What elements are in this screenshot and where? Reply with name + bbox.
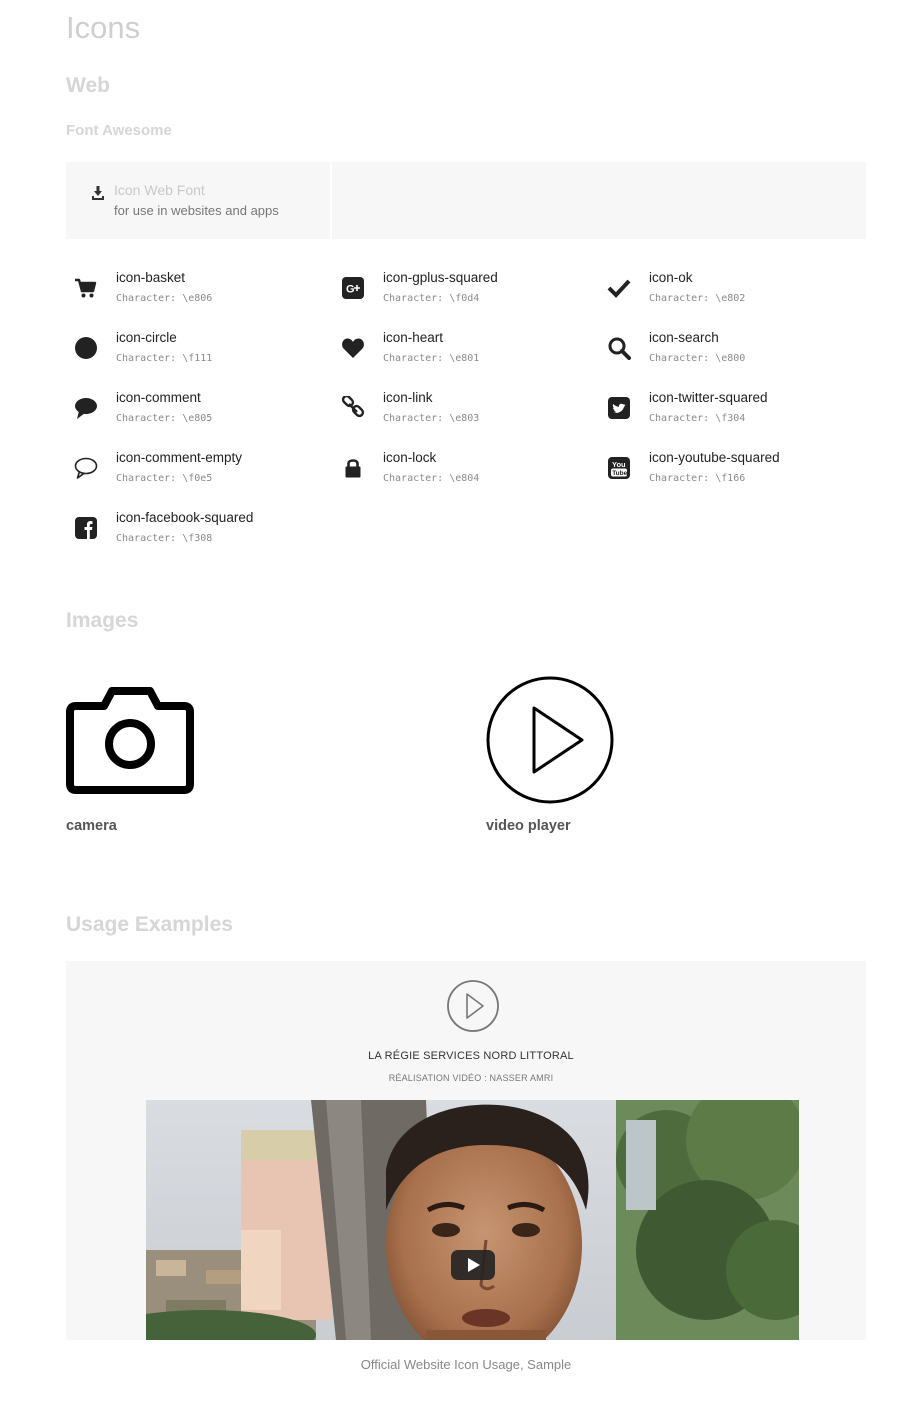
icon-name: icon-heart — [383, 330, 444, 345]
play-circle-icon[interactable] — [446, 979, 500, 1033]
circle-icon — [75, 337, 97, 359]
icon-name: icon-comment — [116, 390, 201, 405]
comment-empty-icon — [74, 457, 98, 479]
download-icon[interactable] — [90, 185, 106, 201]
icon-item: You Tube icon-youtube-squared Character:… — [599, 448, 859, 498]
section-images-heading: Images — [66, 609, 139, 632]
icon-name: icon-comment-empty — [116, 450, 243, 465]
icon-code: Character: \f308 — [116, 533, 213, 544]
comment-icon — [75, 398, 97, 419]
facebook-squared-icon — [75, 517, 97, 539]
link-icon — [341, 396, 365, 418]
video-player-caption: video player — [486, 818, 571, 834]
youtube-squared-icon: You Tube — [608, 457, 630, 479]
twitter-squared-icon — [608, 397, 630, 419]
video-thumbnail[interactable] — [146, 1100, 799, 1340]
icon-item: icon-basket Character: \e806 — [66, 268, 326, 318]
download-link-subtitle: for use in websites and apps — [114, 203, 279, 218]
svg-text:G: G — [346, 284, 355, 296]
ok-icon — [607, 279, 631, 298]
icon-item: icon-search Character: \e800 — [599, 328, 859, 378]
heart-icon — [342, 338, 364, 358]
icon-item: icon-ok Character: \e802 — [599, 268, 859, 318]
panel-divider — [330, 162, 332, 239]
icon-item: icon-comment-empty Character: \f0e5 — [66, 448, 326, 498]
icon-code: Character: \f111 — [116, 353, 213, 364]
icon-name: icon-link — [383, 390, 433, 405]
icon-code: Character: \e804 — [383, 473, 480, 484]
icon-code: Character: \e805 — [116, 413, 213, 424]
icon-item: icon-comment Character: \e805 — [66, 388, 326, 438]
icon-code: Character: \f166 — [649, 473, 746, 484]
download-panel — [66, 162, 866, 239]
icon-code: Character: \e802 — [649, 293, 746, 304]
icon-code: Character: \f304 — [649, 413, 746, 424]
icon-item: icon-circle Character: \f111 — [66, 328, 326, 378]
icon-code: Character: \e801 — [383, 353, 480, 364]
icon-name: icon-gplus-squared — [383, 270, 498, 285]
icon-item: icon-lock Character: \e804 — [333, 448, 593, 498]
icon-item: icon-twitter-squared Character: \f304 — [599, 388, 859, 438]
section-usage-heading: Usage Examples — [66, 913, 233, 936]
usage-caption: Official Website Icon Usage, Sample — [360, 1357, 572, 1372]
search-icon — [608, 337, 631, 360]
camera-caption: camera — [66, 818, 117, 834]
icon-code: Character: \f0e5 — [116, 473, 213, 484]
icon-code: Character: \e800 — [649, 353, 746, 364]
icon-name: icon-facebook-squared — [116, 510, 254, 525]
svg-text:Tube: Tube — [612, 470, 627, 477]
lock-icon — [345, 459, 361, 478]
icon-code: Character: \e806 — [116, 293, 213, 304]
icon-name: icon-lock — [383, 450, 437, 465]
video-player-icon[interactable] — [486, 676, 614, 804]
camera-icon — [66, 687, 194, 794]
icon-name: icon-twitter-squared — [649, 390, 768, 405]
icon-code: Character: \f0d4 — [383, 293, 480, 304]
icon-item: icon-facebook-squared Character: \f308 — [66, 508, 326, 558]
icon-item: G icon-gplus-squared Character: \f0d4 — [333, 268, 593, 318]
usage-example-screenshot: LA RÉGIE SERVICES NORD LITTORAL RÉALISAT… — [66, 961, 866, 1340]
icon-name: icon-circle — [116, 330, 177, 345]
icon-code: Character: \e803 — [383, 413, 480, 424]
font-awesome-heading: Font Awesome — [66, 122, 172, 139]
video-credit: RÉALISATION VIDÉO : NASSER AMRI — [388, 1073, 554, 1083]
download-link-title[interactable]: Icon Web Font — [114, 182, 205, 198]
gplus-squared-icon: G — [342, 277, 364, 299]
icon-name: icon-search — [649, 330, 719, 345]
page-title: Icons — [66, 10, 141, 45]
icon-item: icon-heart Character: \e801 — [333, 328, 593, 378]
svg-text:You: You — [612, 460, 626, 469]
icon-item: icon-link Character: \e803 — [333, 388, 593, 438]
icon-name: icon-ok — [649, 270, 693, 285]
icon-name: icon-basket — [116, 270, 186, 285]
basket-icon — [75, 278, 97, 298]
icon-name: icon-youtube-squared — [649, 450, 780, 465]
section-web-heading: Web — [66, 74, 110, 97]
video-title: LA RÉGIE SERVICES NORD LITTORAL — [368, 1050, 574, 1062]
